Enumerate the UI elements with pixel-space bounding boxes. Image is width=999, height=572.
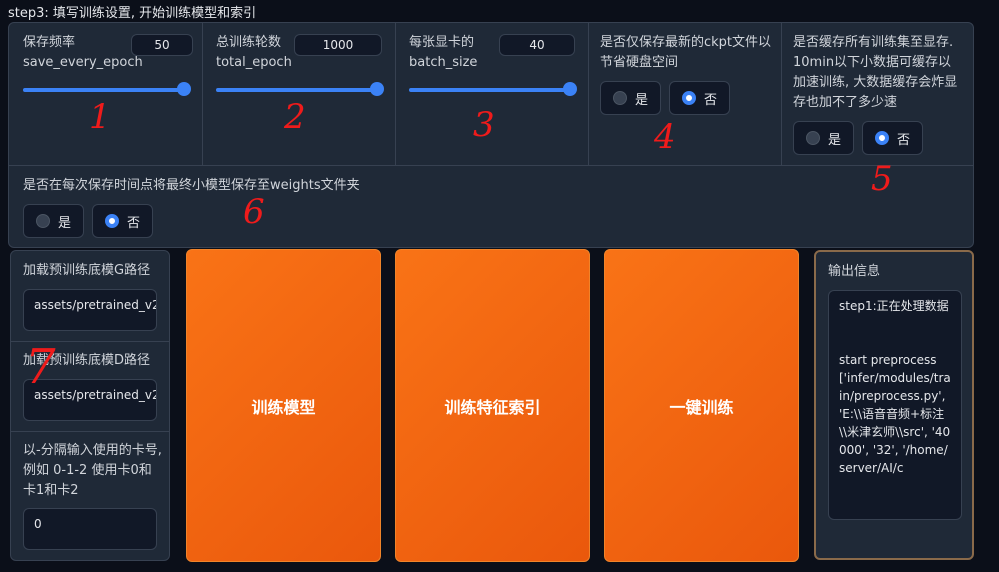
radio-option-no[interactable]: 否	[92, 204, 154, 238]
slider-thumb[interactable]	[370, 82, 384, 96]
radio-dot-selected	[105, 214, 120, 228]
batch-size-input[interactable]: 40	[499, 34, 575, 56]
slider-thumb[interactable]	[177, 82, 191, 96]
save-weights-radio-group: 是 否	[23, 204, 154, 238]
slider-track	[23, 88, 189, 92]
one-click-train-button[interactable]: 一键训练	[604, 249, 799, 562]
radio-label: 否	[704, 92, 718, 108]
radio-option-yes[interactable]: 是	[23, 204, 85, 238]
slider-thumb[interactable]	[563, 82, 577, 96]
pretrained-paths-panel: 加载预训练底模G路径 assets/pretrained_v2/f0G40k.p…	[10, 250, 170, 561]
cache-all-label: 是否缓存所有训练集至显存. 10min以下小数据可缓存以加速训练, 大数据缓存会…	[793, 35, 958, 110]
save-latest-only-label: 是否仅保存最新的ckpt文件以节省硬盘空间	[600, 35, 772, 70]
total-epoch-input[interactable]: 1000	[294, 34, 382, 56]
save-latest-only-setting: 是否仅保存最新的ckpt文件以节省硬盘空间 是 否 4	[588, 23, 781, 165]
radio-dot	[36, 214, 50, 228]
slider-track	[409, 88, 575, 92]
radio-label: 是	[58, 215, 72, 231]
annotation-1: 1	[89, 97, 111, 137]
save-every-epoch-input[interactable]: 50	[131, 34, 193, 56]
cache-all-radio-group: 是 否	[793, 121, 924, 155]
output-info-textarea[interactable]: step1:正在处理数据 start preprocess ['infer/mo…	[828, 290, 962, 520]
radio-option-yes[interactable]: 是	[793, 121, 855, 155]
divider	[11, 431, 169, 432]
total-epoch-label-cn: 总训练轮数	[216, 35, 282, 50]
annotation-2: 2	[284, 97, 306, 137]
save-latest-only-radio-group: 是 否	[600, 81, 731, 115]
slider-track	[216, 88, 382, 92]
total-epoch-setting: 总训练轮数 total_epoch 1000 2	[202, 23, 395, 165]
annotation-7: 7	[25, 339, 56, 395]
gpu-ids-input[interactable]: 0	[23, 508, 157, 550]
radio-label: 否	[897, 132, 911, 148]
radio-label: 是	[828, 132, 842, 148]
radio-option-yes[interactable]: 是	[600, 81, 662, 115]
save-every-epoch-setting: 保存频率 save_every_epoch 50 1	[9, 23, 202, 165]
train-model-button[interactable]: 训练模型	[186, 249, 381, 562]
batch-size-setting: 每张显卡的 batch_size 40 3	[395, 23, 588, 165]
radio-dot	[806, 131, 820, 145]
save-every-epoch-label-en: save_every_epoch	[23, 55, 143, 70]
training-settings-panel: 保存频率 save_every_epoch 50 1 总训练轮数 total_e…	[8, 22, 974, 248]
radio-dot-selected	[875, 131, 890, 145]
save-every-epoch-slider[interactable]	[23, 82, 191, 96]
output-info-label: 输出信息	[828, 264, 881, 279]
annotation-6: 6	[243, 192, 265, 232]
total-epoch-label-en: total_epoch	[216, 55, 292, 70]
radio-label: 否	[127, 215, 141, 231]
radio-dot	[613, 91, 627, 105]
cache-all-setting: 是否缓存所有训练集至显存. 10min以下小数据可缓存以加速训练, 大数据缓存会…	[781, 23, 975, 199]
train-index-button[interactable]: 训练特征索引	[395, 249, 590, 562]
radio-dot-selected	[682, 91, 697, 105]
save-weights-label: 是否在每次保存时间点将最终小模型保存至weights文件夹	[23, 178, 360, 193]
annotation-4: 4	[654, 117, 676, 157]
batch-size-label-cn: 每张显卡的	[409, 35, 475, 50]
output-info-panel: 输出信息 step1:正在处理数据 start preprocess ['inf…	[814, 250, 974, 560]
total-epoch-slider[interactable]	[216, 82, 384, 96]
radio-option-no[interactable]: 否	[669, 81, 731, 115]
radio-label: 是	[635, 92, 649, 108]
save-weights-setting: 是否在每次保存时间点将最终小模型保存至weights文件夹 是 否 6	[9, 166, 975, 248]
batch-size-label-en: batch_size	[409, 55, 478, 70]
step-title: step3: 填写训练设置, 开始训练模型和索引	[8, 6, 257, 21]
save-every-epoch-label-cn: 保存频率	[23, 35, 76, 50]
radio-option-no[interactable]: 否	[862, 121, 924, 155]
annotation-3: 3	[473, 105, 495, 145]
pretrained-g-label: 加载预训练底模G路径	[23, 263, 151, 278]
gpu-ids-label: 以-分隔输入使用的卡号, 例如 0-1-2 使用卡0和卡1和卡2	[23, 443, 162, 498]
pretrained-g-input[interactable]: assets/pretrained_v2/f0G40k.pth	[23, 289, 157, 331]
batch-size-slider[interactable]	[409, 82, 577, 96]
